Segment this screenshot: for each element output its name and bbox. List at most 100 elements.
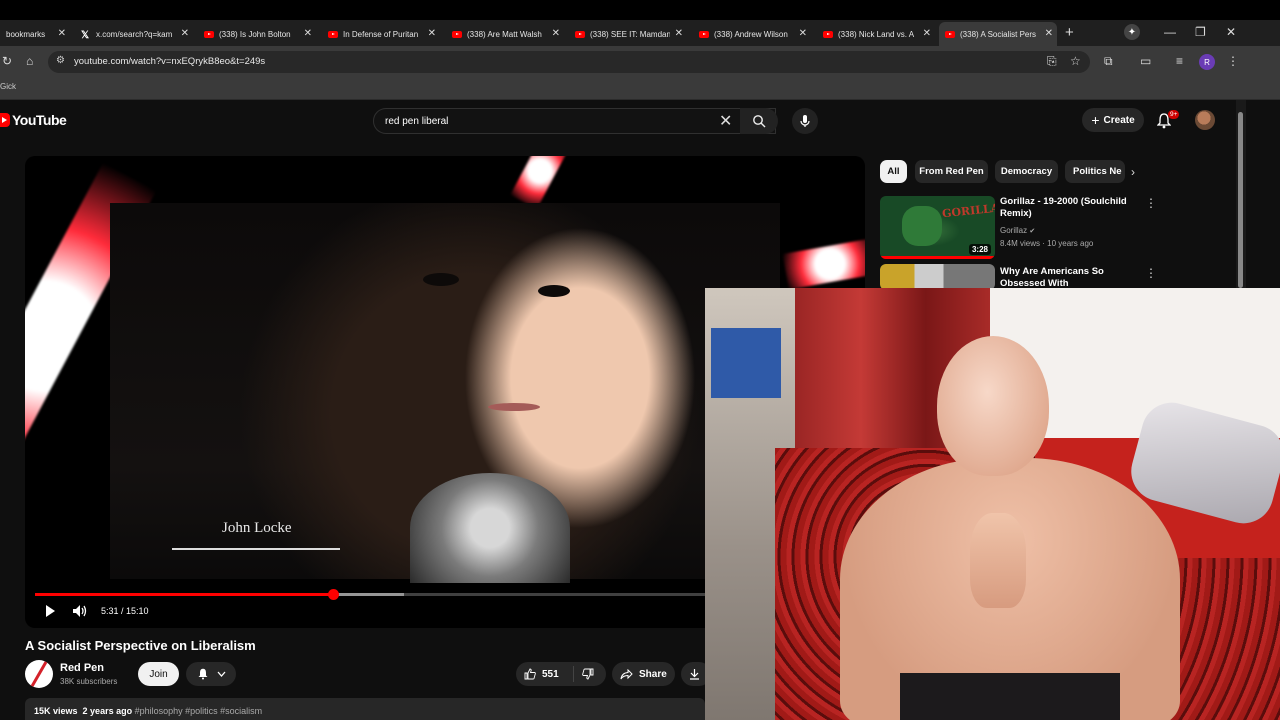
recommendation-thumbnail[interactable] — [880, 264, 995, 290]
chevron-right-icon[interactable]: › — [1131, 165, 1135, 179]
tab-title: (338) Is John Bolton — [219, 29, 291, 39]
share-button[interactable]: Share — [612, 662, 675, 686]
new-tab-button[interactable]: + — [1065, 24, 1074, 41]
more-actions-icon[interactable]: ⋮ — [1145, 196, 1157, 210]
create-label: Create — [1103, 114, 1135, 126]
subscribed-dropdown-button[interactable] — [186, 662, 236, 686]
tab-close-icon[interactable]: ✕ — [923, 28, 931, 39]
download-icon — [690, 669, 699, 680]
tab-bookmarks[interactable]: bookmarks ✕ — [0, 22, 70, 46]
profile-avatar[interactable]: R — [1199, 54, 1215, 70]
tab-close-icon[interactable]: ✕ — [675, 28, 683, 39]
search-input[interactable]: red pen liberal — [385, 116, 448, 127]
channel-name[interactable]: Red Pen — [60, 662, 104, 674]
tab-x-search[interactable]: 𝕏 x.com/search?q=kam ✕ — [75, 22, 193, 46]
close-window-button[interactable]: ✕ — [1226, 25, 1236, 39]
tab-close-icon[interactable]: ✕ — [58, 28, 66, 39]
bookmark-star-icon[interactable]: ☆ — [1070, 54, 1081, 68]
tab-strip: bookmarks ✕ 𝕏 x.com/search?q=kam ✕ (338)… — [0, 20, 1280, 46]
video-time: 5:31 / 15:10 — [101, 606, 149, 616]
youtube-icon — [328, 30, 338, 38]
account-avatar[interactable] — [1195, 110, 1215, 130]
chip-from-red-pen[interactable]: From Red Pen — [915, 160, 988, 183]
tab-close-icon[interactable]: ✕ — [799, 28, 807, 39]
tab-close-icon[interactable]: ✕ — [552, 28, 560, 39]
tab-youtube-wilson[interactable]: (338) Andrew Wilson ✕ — [693, 22, 811, 46]
join-button[interactable]: Join — [138, 662, 179, 686]
tab-youtube-walsh[interactable]: (338) Are Matt Walsh ✕ — [446, 22, 564, 46]
tab-youtube-bolton[interactable]: (338) Is John Bolton ✕ — [198, 22, 316, 46]
tab-close-icon[interactable]: ✕ — [1045, 28, 1053, 39]
screen: bookmarks ✕ 𝕏 x.com/search?q=kam ✕ (338)… — [0, 0, 1280, 720]
recommendation-title[interactable]: Gorillaz - 19-2000 (Soulchild Remix) — [1000, 196, 1130, 220]
webcam-overlay — [705, 288, 1280, 720]
video-title: A Socialist Perspective on Liberalism — [25, 638, 256, 653]
logo-text: YouTube — [12, 112, 67, 128]
url-text: youtube.com/watch?v=nxEQrykB8eo&t=249s — [74, 56, 266, 67]
reload-icon[interactable]: ↻ — [2, 54, 12, 68]
chip-democracy[interactable]: Democracy — [995, 160, 1058, 183]
search-box[interactable]: red pen liberal ✕ — [373, 108, 776, 134]
video-overlay-caption: John Locke — [222, 520, 292, 536]
microphone-icon — [800, 115, 810, 127]
youtube-icon — [452, 30, 462, 38]
create-button[interactable]: + Create — [1082, 108, 1144, 132]
tab-close-icon[interactable]: ✕ — [304, 28, 312, 39]
recommendation-channel[interactable]: Gorillaz ✔ — [1000, 226, 1035, 235]
more-actions-icon[interactable]: ⋮ — [1145, 266, 1157, 280]
progress-scrubber-handle[interactable] — [328, 589, 340, 600]
youtube-icon — [699, 30, 709, 38]
tab-title: (338) Nick Land vs. A — [838, 29, 915, 39]
x-icon: 𝕏 — [81, 29, 90, 41]
sidepanel-icon[interactable]: ▭ — [1140, 54, 1151, 68]
tab-youtube-puritan[interactable]: In Defense of Puritan ✕ — [322, 22, 440, 46]
video-duration-badge: 3:28 — [968, 244, 991, 255]
voice-search-button[interactable] — [792, 108, 818, 134]
caption-underline — [172, 548, 340, 550]
chevron-down-icon — [217, 671, 225, 677]
extensions-icon[interactable]: ⧉ — [1104, 54, 1113, 69]
webcam-box — [711, 328, 781, 398]
thumbs-down-icon — [582, 668, 594, 680]
address-bar[interactable]: ⚙ youtube.com/watch?v=nxEQrykB8eo&t=249s — [48, 51, 1090, 73]
tab-close-icon[interactable]: ✕ — [181, 28, 189, 39]
chip-all[interactable]: All — [880, 160, 907, 183]
tab-youtube-nickland[interactable]: (338) Nick Land vs. A ✕ — [817, 22, 935, 46]
recommendation-thumbnail[interactable]: GORILLAZ 3:28 — [880, 196, 995, 259]
home-icon[interactable]: ⌂ — [26, 54, 33, 68]
subscriber-count: 38K subscribers — [60, 677, 118, 686]
restore-button[interactable]: ❐ — [1195, 25, 1206, 39]
youtube-logo[interactable]: YouTube — [0, 112, 67, 128]
clear-search-icon[interactable]: ✕ — [719, 111, 732, 131]
channel-avatar[interactable] — [25, 660, 53, 688]
chip-politics-news[interactable]: Politics Ne — [1065, 160, 1125, 183]
share-icon — [620, 668, 633, 679]
share-label: Share — [639, 668, 667, 680]
description-box[interactable]: 15K views 2 years ago #philosophy #polit… — [25, 698, 705, 720]
bookmark-item[interactable]: Gick — [0, 82, 16, 91]
site-info-icon[interactable]: ⚙ — [56, 55, 65, 66]
play-icon[interactable] — [43, 604, 57, 618]
dislike-button[interactable] — [574, 668, 594, 680]
bookmarks-bar: Gick — [0, 78, 1280, 100]
webcam-person-hands — [970, 513, 1026, 608]
hashtags[interactable]: #philosophy #politics #socialism — [135, 706, 263, 716]
youtube-icon — [204, 30, 214, 38]
volume-icon[interactable] — [72, 604, 88, 618]
tab-youtube-mamdani[interactable]: (338) SEE IT: Mamdani ✕ — [569, 22, 687, 46]
search-icon — [753, 115, 766, 128]
portrait-eye — [538, 285, 570, 297]
page-scrollbar-thumb[interactable] — [1238, 112, 1243, 288]
menu-kebab-icon[interactable]: ⋮ — [1227, 54, 1239, 68]
install-app-icon[interactable]: ⎘ — [1047, 54, 1057, 69]
tab-youtube-socialist-active[interactable]: (338) A Socialist Pers ✕ — [939, 22, 1057, 46]
tab-close-icon[interactable]: ✕ — [428, 28, 436, 39]
search-button[interactable] — [740, 108, 778, 134]
media-controls-icon[interactable]: ≡ — [1176, 54, 1183, 68]
title-strip — [0, 0, 1280, 20]
tab-title: In Defense of Puritan — [343, 29, 419, 39]
like-button[interactable]: 551 — [516, 666, 574, 682]
gemini-icon[interactable]: ✦ — [1124, 24, 1140, 40]
minimize-button[interactable]: — — [1164, 25, 1176, 39]
youtube-icon — [945, 30, 955, 38]
